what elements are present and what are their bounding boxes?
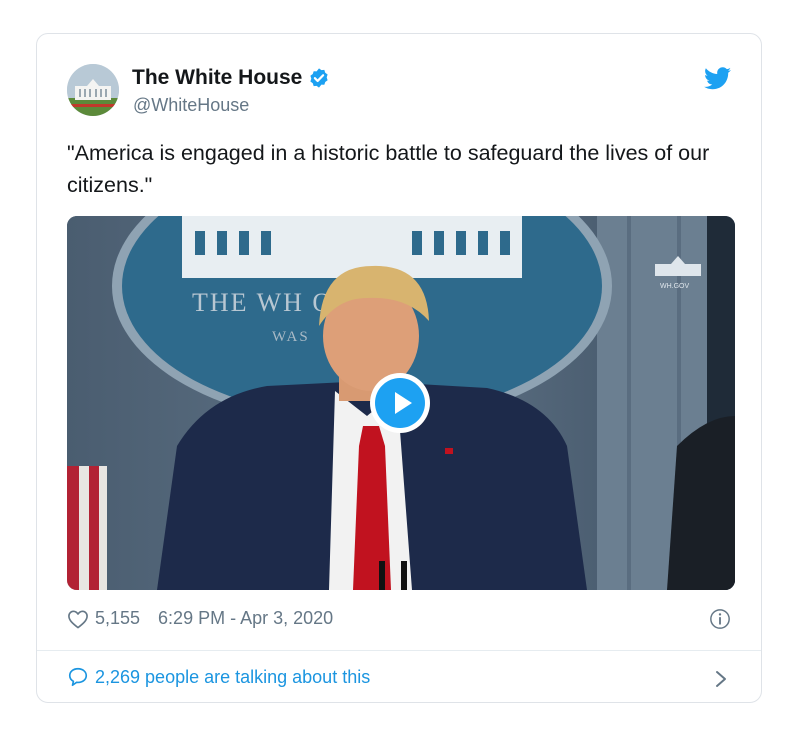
tweet-timestamp[interactable]: 6:29 PM - Apr 3, 2020 <box>158 608 333 629</box>
avatar[interactable] <box>67 64 119 116</box>
display-name[interactable]: The White House <box>132 66 302 90</box>
play-button[interactable] <box>370 373 430 433</box>
talking-count-text[interactable]: 2,269 people are talking about this <box>95 667 370 688</box>
play-icon <box>375 378 425 428</box>
heart-icon[interactable] <box>67 609 89 629</box>
tweet-card[interactable]: The White House @WhiteHouse "America is … <box>36 33 762 703</box>
video-player[interactable]: THE WH OUSE WAS WH.GOV <box>67 216 735 590</box>
verified-badge-icon <box>310 68 328 88</box>
white-house-avatar-image <box>67 64 119 116</box>
chevron-right-icon[interactable] <box>715 670 727 688</box>
seal-subtext: WAS <box>272 329 310 345</box>
svg-text:WH.GOV: WH.GOV <box>660 283 689 290</box>
like-count[interactable]: 5,155 <box>95 608 140 629</box>
divider <box>37 650 761 651</box>
user-handle[interactable]: @WhiteHouse <box>133 95 249 116</box>
tweet-text: "America is engaged in a historic battle… <box>67 141 710 197</box>
conversation-link[interactable]: 2,269 people are talking about this <box>67 666 370 688</box>
twitter-bird-icon[interactable] <box>704 67 731 90</box>
speech-bubble-icon <box>68 667 88 687</box>
info-icon[interactable] <box>709 608 731 630</box>
